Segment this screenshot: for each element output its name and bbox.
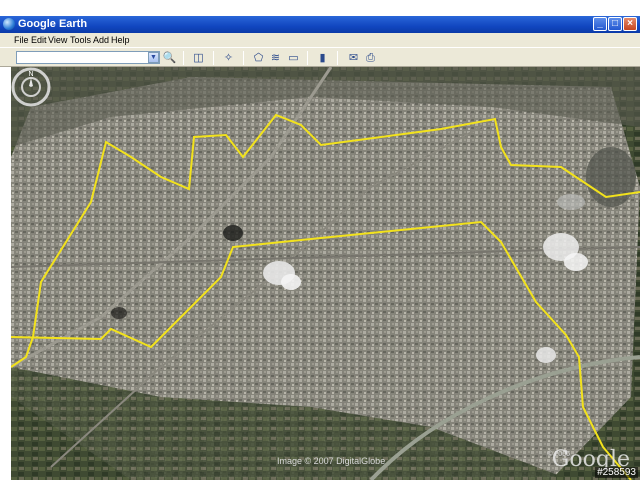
menu-bar: File Edit View Tools Add Help [0,33,640,47]
minimize-button[interactable]: _ [593,17,607,31]
print-icon[interactable]: ⎙ [363,51,378,65]
toolbar: ▼ 🔍 ◫ ✧ ⬠ ≋ ▭ ▮ ✉ ⎙ [0,47,640,67]
toolbar-separator [183,51,184,65]
toolbar-separator [337,51,338,65]
google-earth-window: Google Earth _ □ × File Edit View Tools … [0,0,640,480]
email-icon[interactable]: ✉ [346,51,361,65]
sidebar-toggle-icon[interactable]: ◫ [191,51,206,65]
search-dropdown-icon[interactable]: ▼ [148,52,159,63]
window-title: Google Earth [18,18,88,30]
menu-edit[interactable]: Edit [31,34,47,46]
close-button[interactable]: × [623,17,637,31]
map-view[interactable]: N Image © 2007 DigitalGlobe © 2006 Googl… [11,67,640,480]
maximize-button[interactable]: □ [608,17,622,31]
menu-help[interactable]: Help [111,34,130,46]
compass-north-label: N [28,71,33,78]
toolbar-separator [213,51,214,65]
search-input[interactable] [16,51,160,64]
menu-tools[interactable]: Tools [70,34,91,46]
image-id-label: #258593 [595,467,638,478]
menu-view[interactable]: View [48,34,67,46]
menu-add[interactable]: Add [93,34,109,46]
path-icon[interactable]: ≋ [268,51,283,65]
ruler-icon[interactable]: ▮ [315,51,330,65]
google-earth-app-icon [3,18,15,30]
polygon-icon[interactable]: ⬠ [251,51,266,65]
title-bar[interactable]: Google Earth _ □ × [0,16,640,33]
toolbar-separator [307,51,308,65]
placemark-icon[interactable]: ✧ [221,51,236,65]
menu-file[interactable]: File [14,34,29,46]
satellite-imagery [11,67,640,480]
toolbar-separator [243,51,244,65]
navigation-compass-icon[interactable]: N [11,67,51,107]
search-icon[interactable]: 🔍 [162,51,177,65]
image-overlay-icon[interactable]: ▭ [286,51,301,65]
imagery-attribution: Image © 2007 DigitalGlobe [277,456,386,466]
